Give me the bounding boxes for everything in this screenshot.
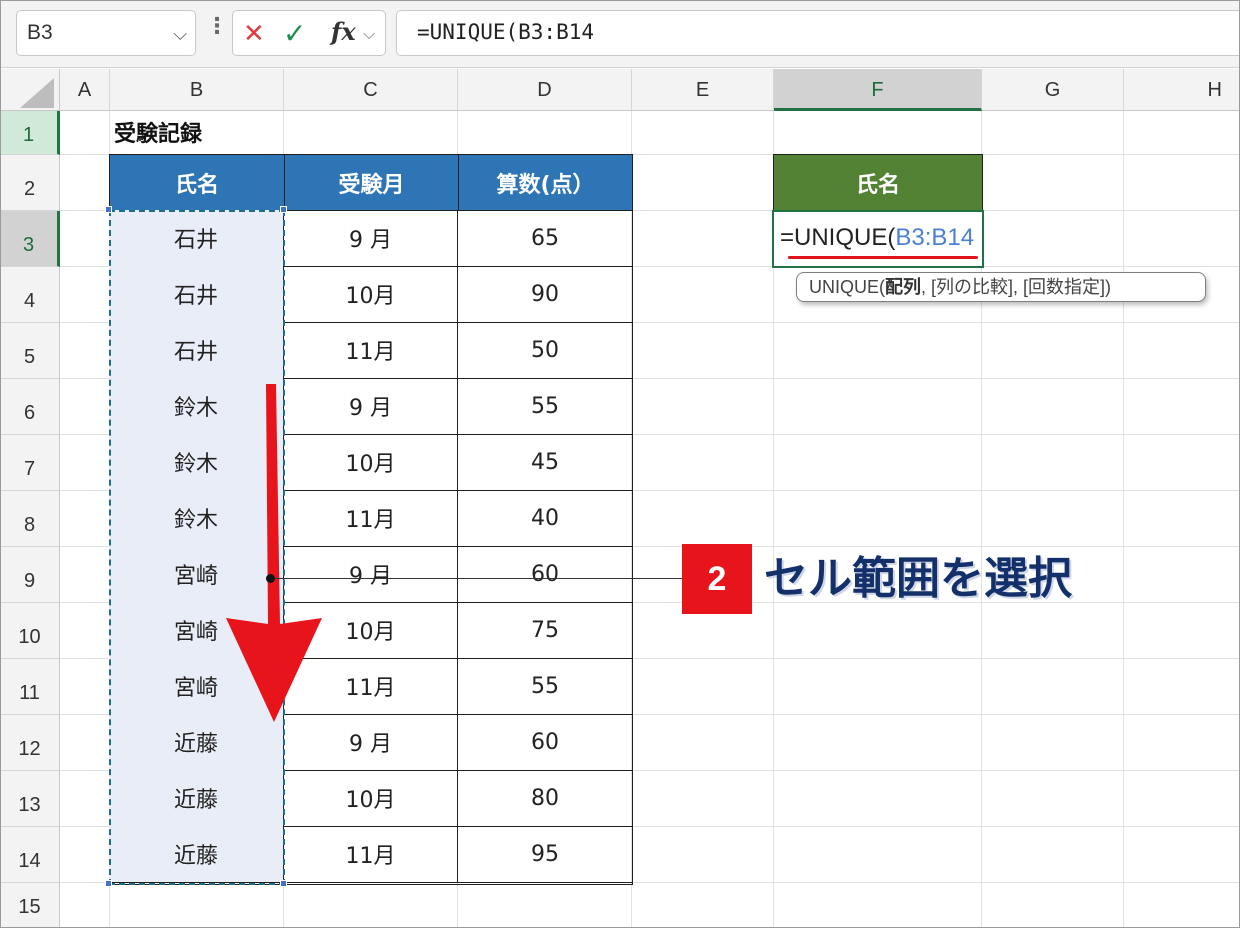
table-title[interactable]: 受験記録 <box>114 116 202 148</box>
column-header-a[interactable]: A <box>60 69 110 111</box>
enter-icon[interactable]: ✓ <box>283 17 306 50</box>
result-header-cell[interactable]: 氏名 <box>773 154 983 211</box>
leader-line <box>270 578 682 579</box>
table-cell-score[interactable]: 95 <box>458 826 633 883</box>
row-header-12[interactable]: 12 <box>0 715 60 771</box>
edit-formula-func: =UNIQUE( <box>780 224 896 251</box>
row-header-11[interactable]: 11 <box>0 659 60 715</box>
header-cell-month[interactable]: 受験月 <box>284 154 459 211</box>
table-cell-month[interactable]: 11月 <box>284 826 458 883</box>
table-cell-month[interactable]: 9 月 <box>284 210 458 267</box>
formula-buttons: ✕ ✓ fx ⌵ <box>232 10 386 56</box>
column-header-b[interactable]: B <box>110 69 284 111</box>
column-header-c[interactable]: C <box>284 69 458 111</box>
selection-handle[interactable] <box>105 880 112 887</box>
table-cell-score[interactable]: 55 <box>458 378 633 435</box>
row-header-9[interactable]: 9 <box>0 547 60 603</box>
more-options-icon[interactable]: ⋮ <box>206 14 228 39</box>
name-box[interactable]: B3 ⌵ <box>16 10 196 56</box>
insert-function-icon[interactable]: fx <box>331 17 356 46</box>
table-cell-month[interactable]: 10月 <box>284 770 458 827</box>
step-badge: 2 <box>682 544 752 614</box>
table-cell-month[interactable]: 11月 <box>284 322 458 379</box>
table-cell-score[interactable]: 45 <box>458 434 633 491</box>
table-cell-score[interactable]: 75 <box>458 602 633 659</box>
table-cell-score[interactable]: 90 <box>458 266 633 323</box>
row-header-1[interactable]: 1 <box>0 111 60 155</box>
column-header-d[interactable]: D <box>458 69 632 111</box>
row-header-7[interactable]: 7 <box>0 435 60 491</box>
selection-handle[interactable] <box>105 206 112 213</box>
header-cell-name[interactable]: 氏名 <box>109 154 285 211</box>
table-cell-score[interactable]: 40 <box>458 490 633 547</box>
table-cell-score[interactable]: 80 <box>458 770 633 827</box>
row-header-14[interactable]: 14 <box>0 827 60 883</box>
row-header-15[interactable]: 15 <box>0 883 60 928</box>
row-header-6[interactable]: 6 <box>0 379 60 435</box>
cancel-icon[interactable]: ✕ <box>243 19 265 49</box>
select-all-triangle-icon[interactable] <box>20 78 54 108</box>
down-arrow-icon <box>226 384 322 722</box>
column-header-f[interactable]: F <box>774 69 982 111</box>
callout-text: セル範囲を選択 <box>764 553 1072 604</box>
tooltip-rest: , [列の比較], [回数指定]) <box>921 277 1112 297</box>
gridline <box>1123 111 1124 928</box>
row-header-10[interactable]: 10 <box>0 603 60 659</box>
row-header-2[interactable]: 2 <box>0 155 60 211</box>
formula-text: =UNIQUE(B3:B14 <box>417 20 595 44</box>
table-cell-score[interactable]: 55 <box>458 658 633 715</box>
chevron-down-icon[interactable]: ⌵ <box>363 24 375 44</box>
table-cell-score[interactable]: 60 <box>458 714 633 771</box>
selection-handle[interactable] <box>280 206 287 213</box>
tooltip-bold-arg[interactable]: 配列 <box>885 277 921 297</box>
column-header-h[interactable]: H <box>1124 69 1240 111</box>
name-box-value: B3 <box>27 21 53 44</box>
table-cell-score[interactable]: 65 <box>458 210 633 267</box>
function-tooltip[interactable]: UNIQUE(配列, [列の比較], [回数指定]) <box>796 272 1206 302</box>
highlight-underline <box>788 256 978 259</box>
table-cell-month[interactable]: 10月 <box>284 266 458 323</box>
table-cell-score[interactable]: 50 <box>458 322 633 379</box>
row-header-13[interactable]: 13 <box>0 771 60 827</box>
header-cell-score[interactable]: 算数(点） <box>458 154 633 211</box>
formula-input[interactable]: =UNIQUE(B3:B14 <box>396 10 1240 56</box>
edit-formula-text: =UNIQUE(B3:B14 <box>780 224 974 252</box>
table-cell-score[interactable]: 60 <box>458 546 633 603</box>
row-header-3[interactable]: 3 <box>0 211 60 267</box>
column-header-g[interactable]: G <box>982 69 1124 111</box>
row-header-8[interactable]: 8 <box>0 491 60 547</box>
row-header-5[interactable]: 5 <box>0 323 60 379</box>
active-cell-f3[interactable]: =UNIQUE(B3:B14 <box>772 210 984 268</box>
row-header-4[interactable]: 4 <box>0 267 60 323</box>
tooltip-prefix: UNIQUE( <box>809 277 885 297</box>
edit-formula-ref: B3:B14 <box>895 224 975 251</box>
chevron-down-icon[interactable]: ⌵ <box>173 24 187 45</box>
column-header-e[interactable]: E <box>632 69 774 111</box>
selection-handle[interactable] <box>280 880 287 887</box>
leader-dot <box>266 574 275 583</box>
